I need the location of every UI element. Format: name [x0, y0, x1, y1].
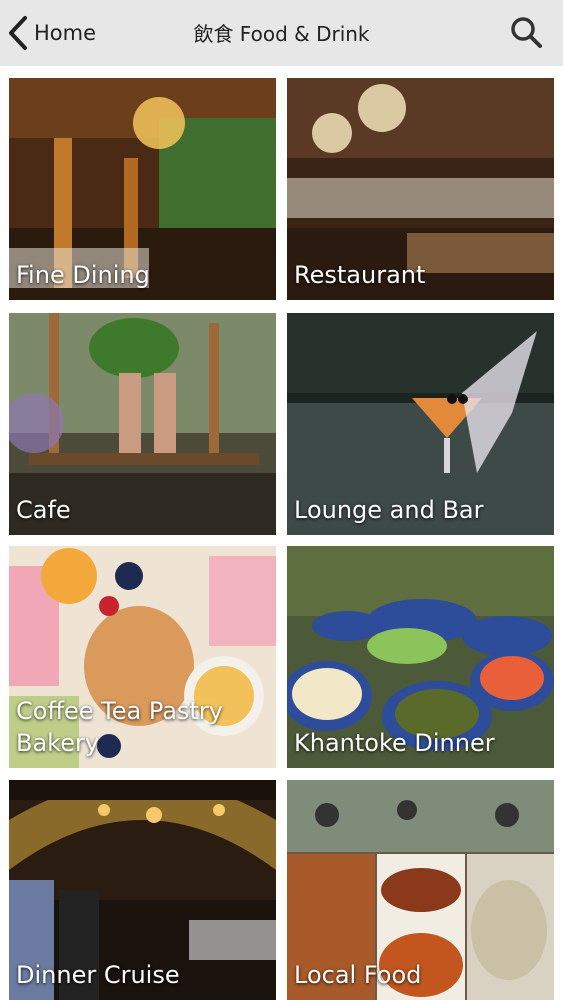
tile-label: Dinner Cruise: [16, 961, 180, 989]
tile-coffee-tea-pastry-bakery[interactable]: Coffee Tea Pastry Bakery: [9, 546, 276, 768]
tile-label: Local Food: [294, 961, 422, 989]
tile-restaurant[interactable]: Restaurant: [287, 78, 554, 300]
tile-label: Cafe: [16, 496, 71, 524]
tile-khantoke-dinner[interactable]: Khantoke Dinner: [287, 546, 554, 768]
search-icon: [511, 17, 542, 48]
tile-label: Lounge and Bar: [294, 496, 484, 524]
tile-label: Khantoke Dinner: [294, 729, 495, 757]
tile-dinner-cruise[interactable]: Dinner Cruise: [9, 780, 276, 1000]
tile-label: Restaurant: [294, 261, 426, 289]
tile-fine-dining[interactable]: Fine Dining: [9, 78, 276, 300]
tile-label: Fine Dining: [16, 261, 150, 289]
tile-local-food[interactable]: Local Food: [287, 780, 554, 1000]
tile-lounge-and-bar[interactable]: Lounge and Bar: [287, 313, 554, 535]
top-app-bar: Home 飲食 Food & Drink: [0, 0, 563, 66]
search-button[interactable]: [510, 16, 544, 50]
page-title: 飲食 Food & Drink: [193, 22, 370, 46]
tile-cafe[interactable]: Cafe: [9, 313, 276, 535]
tile-label: Coffee Tea Pastry Bakery: [16, 697, 223, 757]
